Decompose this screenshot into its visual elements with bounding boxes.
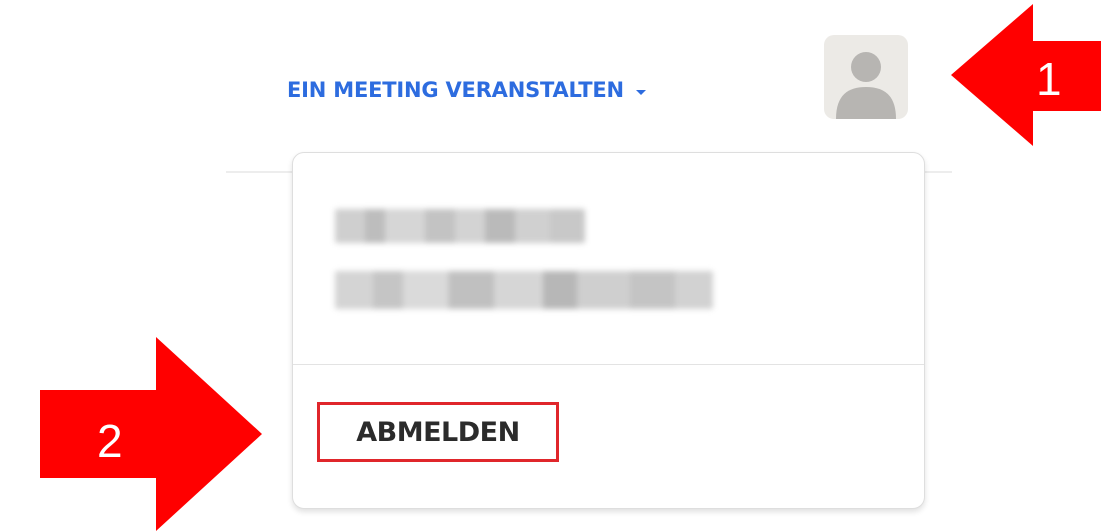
host-meeting-dropdown[interactable]: EIN MEETING VERANSTALTEN xyxy=(287,70,646,110)
annotation-label-2: 2 xyxy=(97,415,123,467)
user-name-redacted xyxy=(335,209,585,243)
annotation-arrow-2 xyxy=(40,337,262,531)
chevron-down-icon xyxy=(635,89,646,95)
annotation-label-1: 1 xyxy=(1036,53,1062,105)
signout-label: ABMELDEN xyxy=(356,416,520,448)
signout-button[interactable]: ABMELDEN xyxy=(317,402,559,462)
user-menu-dropdown: ABMELDEN xyxy=(292,152,925,509)
menu-divider xyxy=(293,364,924,365)
user-info xyxy=(293,153,924,363)
user-avatar-button[interactable] xyxy=(824,35,908,119)
user-avatar-icon xyxy=(836,52,896,119)
annotation-arrow-1 xyxy=(951,4,1101,146)
user-email-redacted xyxy=(335,271,713,309)
host-meeting-label: EIN MEETING VERANSTALTEN xyxy=(287,78,624,102)
